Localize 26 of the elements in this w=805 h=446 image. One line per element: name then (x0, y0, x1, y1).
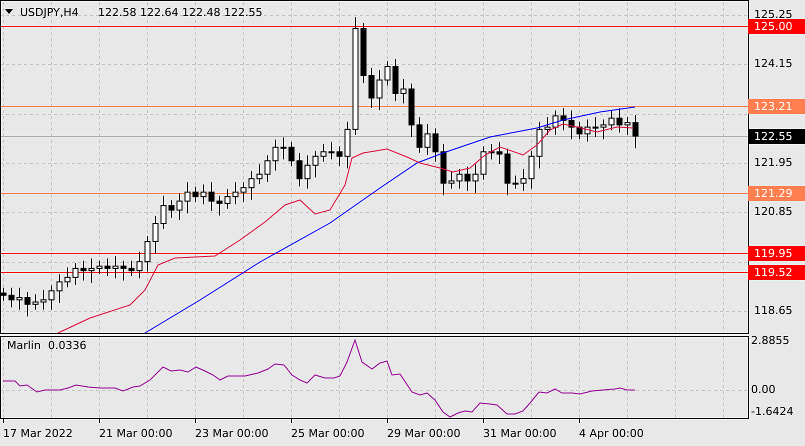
price-tick-label: 118.65 (754, 304, 792, 318)
level-price-label: 125.00 (748, 19, 805, 34)
level-price-label: 121.29 (748, 186, 805, 201)
price-tick-label: 125.25 (754, 8, 792, 22)
time-label: 21 Mar 00:00 (99, 427, 172, 441)
price-tick-label: 121.95 (754, 156, 792, 170)
level-price-label: 119.52 (748, 265, 805, 280)
dropdown-icon[interactable] (5, 9, 13, 14)
indicator-tick-label: 2.8855 (751, 334, 790, 348)
indicator-name: Marlin (7, 339, 41, 353)
indicator-tick-label: -1.6424 (751, 405, 794, 419)
price-tick-label: 120.85 (754, 205, 792, 219)
price-tick-label: 124.15 (754, 57, 792, 71)
ohlc-values: 122.58 122.64 122.48 122.55 (98, 6, 262, 20)
time-label: 23 Mar 00:00 (195, 427, 268, 441)
time-label: 29 Mar 00:00 (387, 427, 460, 441)
time-label: 31 Mar 00:00 (483, 427, 556, 441)
time-label: 25 Mar 00:00 (291, 427, 364, 441)
indicator-tick-label: 0.00 (751, 383, 776, 397)
level-price-label: 123.21 (748, 99, 805, 114)
symbol-label: USDJPY,H4 (20, 6, 79, 20)
level-price-label: 119.95 (748, 246, 805, 261)
indicator-value: 0.0336 (48, 339, 86, 353)
time-label: 17 Mar 2022 (3, 427, 73, 441)
time-label: 4 Apr 00:00 (579, 427, 644, 441)
current-price-label: 122.55 (748, 129, 805, 144)
